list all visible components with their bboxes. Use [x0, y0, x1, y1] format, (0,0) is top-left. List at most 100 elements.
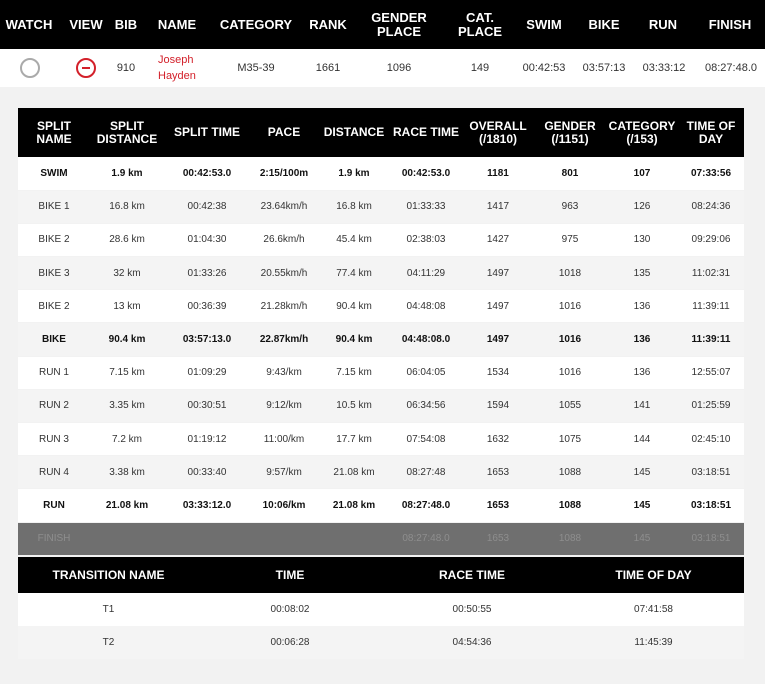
split-row-cell: 145: [606, 488, 678, 523]
split-row: BIKE 90.4 km 03:57:13.0 22.87km/h 90.4 km 04:…: [18, 322, 744, 357]
splits-header-cell: OVERALL (/1810): [462, 108, 534, 157]
split-row: RUN 4 3.38 km 00:33:40 9:57/km 21.08 km 08:27…: [18, 455, 744, 490]
split-row-cell: 9:57/km: [250, 455, 318, 490]
split-row-cell: RUN 3: [18, 422, 90, 457]
split-row: SWIM 1.9 km 00:42:53.0 2:15/100m 1.9 km 00:42…: [18, 157, 744, 191]
split-row-cell: BIKE 3: [18, 256, 90, 291]
split-row-cell: 1075: [534, 422, 606, 457]
athlete-bib: 910: [116, 62, 136, 74]
split-row: RUN 1 7.15 km 01:09:29 9:43/km 7.15 km 06:04:…: [18, 356, 744, 390]
split-row-cell: 90.4 km: [90, 322, 164, 357]
split-row-cell: 04:48:08: [390, 289, 462, 324]
athlete-finish: 08:27:48.0: [705, 62, 757, 74]
split-row: FINISH 08:27:48.0 1653 1088 145 03:18:51: [18, 522, 744, 556]
split-row-cell: 1016: [534, 322, 606, 357]
split-row-cell: [164, 522, 250, 556]
split-row-cell: BIKE 2: [18, 289, 90, 324]
collapse-minus-icon[interactable]: [76, 58, 96, 78]
split-row-cell: 1632: [462, 422, 534, 457]
split-row-cell: 06:04:05: [390, 356, 462, 390]
split-row-cell: 21.28km/h: [250, 289, 318, 324]
split-row-cell: 02:38:03: [390, 223, 462, 258]
split-row-cell: 90.4 km: [318, 322, 390, 357]
split-row-cell: 01:04:30: [164, 223, 250, 258]
split-row-cell: 12:55:07: [678, 356, 744, 390]
split-row-cell: 1497: [462, 322, 534, 357]
splits-header-row: SPLIT NAME SPLIT DISTANCE SPLIT TIME PAC…: [18, 108, 744, 157]
splits-table: SPLIT NAME SPLIT DISTANCE SPLIT TIME PAC…: [18, 108, 744, 556]
split-row-cell: 1653: [462, 488, 534, 523]
split-row-cell: 1534: [462, 356, 534, 390]
split-row-cell: 07:54:08: [390, 422, 462, 457]
athlete-bike: 03:57:13: [582, 62, 626, 74]
watch-toggle[interactable]: [16, 49, 44, 87]
split-row-cell: 26.6km/h: [250, 223, 318, 258]
splits-header-cell: DISTANCE: [318, 108, 390, 157]
split-row-cell: 145: [606, 522, 678, 556]
split-row: RUN 3 7.2 km 01:19:12 11:00/km 17.7 km 07:54:…: [18, 422, 744, 457]
split-row-cell: 00:30:51: [164, 389, 250, 424]
header-gender-place: GENDER PLACE: [371, 9, 427, 39]
split-row-cell: 03:18:51: [678, 455, 744, 490]
split-row-cell: 1497: [462, 289, 534, 324]
split-row-cell: 9:12/km: [250, 389, 318, 424]
transition-row-cell: T1: [18, 593, 199, 626]
athlete-name[interactable]: Joseph Hayden: [158, 49, 218, 87]
transition-row-cell: 04:54:36: [381, 626, 563, 659]
split-row-cell: 11:02:31: [678, 256, 744, 291]
split-row-cell: 28.6 km: [90, 223, 164, 258]
split-row: BIKE 3 32 km 01:33:26 20.55km/h 77.4 km 04:11…: [18, 256, 744, 291]
split-row-cell: 10:06/km: [250, 488, 318, 523]
split-row-cell: 1016: [534, 289, 606, 324]
split-row-cell: 01:33:26: [164, 256, 250, 291]
split-row-cell: 107: [606, 157, 678, 191]
split-row-cell: 03:18:51: [678, 488, 744, 523]
split-row-cell: RUN 4: [18, 455, 90, 490]
transitions-header-cell: TIME OF DAY: [563, 557, 744, 593]
header-watch: WATCH: [5, 16, 53, 32]
split-row-cell: 21.08 km: [90, 488, 164, 523]
athlete-name-link[interactable]: Joseph Hayden: [158, 52, 196, 84]
split-row-cell: 1018: [534, 256, 606, 291]
split-row: BIKE 2 13 km 00:36:39 21.28km/h 90.4 km 04:48…: [18, 289, 744, 324]
split-row-cell: 04:11:29: [390, 256, 462, 291]
athlete-row[interactable]: 910 Joseph Hayden M35-39 1661 1096 149 0…: [0, 49, 765, 87]
split-row-cell: 03:18:51: [678, 522, 744, 556]
split-row-cell: 77.4 km: [318, 256, 390, 291]
split-row-cell: SWIM: [18, 157, 90, 191]
athlete-first-name[interactable]: Joseph: [158, 52, 196, 68]
split-row-cell: 3.35 km: [90, 389, 164, 424]
view-toggle[interactable]: [72, 49, 100, 87]
split-row-cell: 136: [606, 289, 678, 324]
split-row-cell: RUN 1: [18, 356, 90, 390]
split-row-cell: 01:09:29: [164, 356, 250, 390]
split-row-cell: 17.7 km: [318, 422, 390, 457]
splits-header-cell: SPLIT TIME: [164, 108, 250, 157]
athlete-category: M35-39: [237, 62, 275, 74]
split-row: BIKE 1 16.8 km 00:42:38 23.64km/h 16.8 km 01:…: [18, 190, 744, 224]
split-row-cell: 00:42:53.0: [164, 157, 250, 191]
split-row-cell: 11:39:11: [678, 322, 744, 357]
split-row-cell: 141: [606, 389, 678, 424]
split-row-cell: 90.4 km: [318, 289, 390, 324]
split-row-cell: 135: [606, 256, 678, 291]
split-row-cell: 136: [606, 322, 678, 357]
header-category: CATEGORY: [219, 16, 293, 32]
athlete-last-name[interactable]: Hayden: [158, 68, 196, 84]
splits-header-cell: CATEGORY (/153): [606, 108, 678, 157]
transition-row: T2 00:06:28 04:54:36 11:45:39: [18, 626, 744, 659]
split-row-cell: BIKE 2: [18, 223, 90, 258]
watch-circle-icon[interactable]: [20, 58, 40, 78]
split-row-cell: 21.08 km: [318, 455, 390, 490]
split-row-cell: BIKE: [18, 322, 90, 357]
header-view: VIEW: [69, 16, 103, 32]
athlete-run: 03:33:12: [642, 62, 686, 74]
splits-header-cell: RACE TIME: [390, 108, 462, 157]
transitions-body: T1 00:08:02 00:50:55 07:41:58 T2 00:06:28 04:5…: [18, 593, 744, 659]
split-row-cell: 06:34:56: [390, 389, 462, 424]
splits-header-cell: SPLIT NAME: [18, 108, 90, 157]
split-row-cell: 7.15 km: [318, 356, 390, 390]
split-row-cell: [318, 522, 390, 556]
transition-row-cell: 00:50:55: [381, 593, 563, 626]
transition-row: T1 00:08:02 00:50:55 07:41:58: [18, 593, 744, 626]
